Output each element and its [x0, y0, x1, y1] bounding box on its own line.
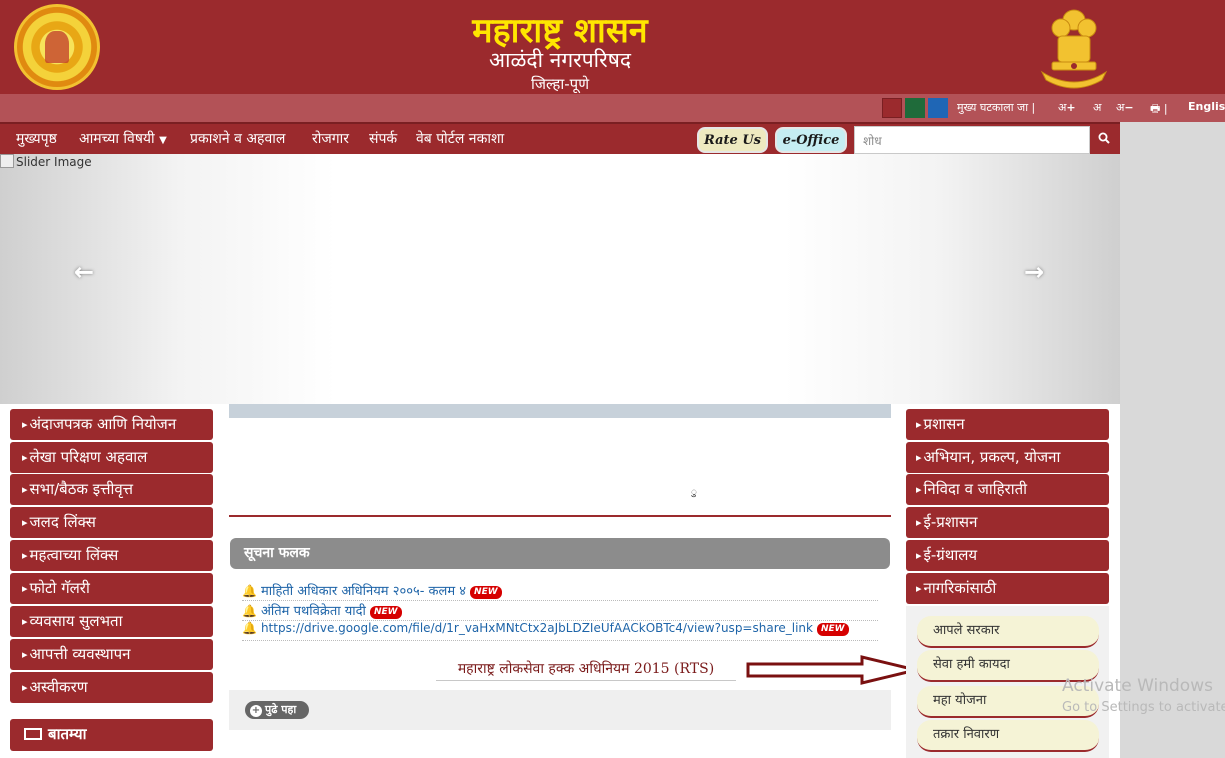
nav-about[interactable]: आमच्या विषयी ▼ — [79, 129, 167, 148]
service-grievance[interactable]: तक्रार निवारण — [917, 720, 1099, 752]
right-gray-panel — [1120, 122, 1225, 758]
nav-contact[interactable]: संपर्क — [369, 129, 397, 148]
view-more-label: पुढे पहा — [265, 703, 297, 716]
right-menu-citizens[interactable]: नागरिकांसाठी — [906, 573, 1109, 604]
notice-text[interactable]: अंतिम पथविक्रेता यादी — [261, 604, 366, 619]
caret-down-icon: ▼ — [159, 135, 167, 146]
newspaper-icon — [24, 728, 42, 740]
national-emblem-icon — [1040, 9, 1108, 89]
news-button[interactable]: बातम्या — [10, 719, 213, 751]
rts-link[interactable]: महाराष्ट्र लोकसेवा हक्क अधिनियम 2015 (RT… — [436, 659, 736, 681]
left-menu-audit[interactable]: लेखा परिक्षण अहवाल — [10, 442, 213, 473]
left-menu-photo-gallery[interactable]: फोटो गॅलरी — [10, 573, 213, 604]
bell-icon: 🔔 — [242, 621, 257, 635]
new-badge: NEW — [816, 623, 849, 636]
pointing-arrow-icon — [746, 655, 917, 685]
slider-broken-image: Slider Image — [0, 154, 92, 169]
notice-item[interactable]: 🔔 https://drive.google.com/file/d/1r_vaHx… — [242, 621, 878, 641]
notice-board-title: सूचना फलक — [230, 538, 890, 569]
center-divider — [229, 515, 891, 517]
site-district: जिल्हा-पूणे — [530, 75, 590, 93]
font-increase-button[interactable]: अ+ — [1058, 100, 1076, 115]
rate-us-button[interactable]: Rate Us — [697, 127, 768, 153]
right-menu-e-library[interactable]: ई-ग्रंथालय — [906, 540, 1109, 571]
slider-next-icon[interactable]: → — [1024, 258, 1044, 286]
center-marker-glyph: ु — [691, 487, 697, 498]
new-badge: NEW — [470, 586, 502, 599]
nav-employment[interactable]: रोजगार — [312, 129, 349, 148]
theme-red-swatch[interactable] — [882, 98, 902, 118]
font-normal-button[interactable]: अ — [1093, 100, 1101, 115]
search-icon[interactable] — [1092, 128, 1116, 152]
plus-icon: + — [1066, 101, 1076, 114]
site-header: महाराष्ट्र शासन आळंदी नगरपरिषद जिल्हा-पू… — [0, 0, 1225, 94]
left-menu-ease-of-business[interactable]: व्यवसाय सुलभता — [10, 606, 213, 637]
left-menu-disaster-mgmt[interactable]: आपत्ती व्यवस्थापन — [10, 639, 213, 670]
nav-about-label: आमच्या विषयी — [79, 131, 155, 147]
notice-link[interactable]: https://drive.google.com/file/d/1r_vaHxM… — [261, 621, 813, 635]
right-menu-e-governance[interactable]: ई-प्रशासन — [906, 507, 1109, 538]
search-input[interactable]: शोध — [854, 126, 1090, 154]
notice-item[interactable]: 🔔 माहिती अधिकार अधिनियम २००५- कलम ४ NEW — [242, 581, 878, 601]
service-aaple-sarkar[interactable]: आपले सरकार — [917, 616, 1099, 648]
new-badge: NEW — [369, 606, 402, 619]
skip-to-main-link[interactable]: मुख्य घटकाला जा | — [957, 100, 1035, 115]
theme-green-swatch[interactable] — [905, 98, 925, 118]
minus-icon: − — [1124, 101, 1134, 114]
nav-publications[interactable]: प्रकाशने व अहवाल — [190, 129, 285, 148]
site-subtitle: आळंदी नगरपरिषद — [489, 48, 631, 72]
right-menu-administration[interactable]: प्रशासन — [906, 409, 1109, 440]
notice-footer — [229, 690, 891, 730]
utility-bar: मुख्य घटकाला जा | अ+ अ अ− 🖶 | English — [0, 94, 1225, 122]
print-separator: | — [1163, 102, 1168, 115]
right-menu-tenders[interactable]: निविदा व जाहिराती — [906, 474, 1109, 505]
nav-sitemap[interactable]: वेब पोर्टल नकाशा — [416, 129, 504, 148]
news-label: बातम्या — [48, 725, 87, 743]
right-menu-schemes[interactable]: अभियान, प्रकल्प, योजना — [906, 442, 1109, 473]
eoffice-button[interactable]: e-Office — [775, 127, 847, 153]
image-slider: Slider Image ← → — [0, 154, 1120, 404]
activate-windows-subtitle: Go to Settings to activate — [1062, 700, 1225, 715]
nav-home[interactable]: मुख्यपृष्ठ — [16, 129, 57, 148]
magnifier-glyph — [1098, 132, 1110, 144]
language-english-link[interactable]: English — [1188, 100, 1225, 113]
center-top-bar — [229, 404, 891, 418]
main-navigation: मुख्यपृष्ठ आमच्या विषयी ▼ प्रकाशने व अहव… — [0, 122, 1120, 154]
left-menu-important-links[interactable]: महत्वाच्या लिंक्स — [10, 540, 213, 571]
left-menu-disclaimer[interactable]: अस्वीकरण — [10, 672, 213, 703]
left-menu-quick-links[interactable]: जलद लिंक्स — [10, 507, 213, 538]
slider-prev-icon[interactable]: ← — [74, 258, 94, 286]
activate-windows-title: Activate Windows — [1062, 676, 1213, 696]
notice-item[interactable]: 🔔 अंतिम पथविक्रेता यादी NEW — [242, 601, 878, 621]
print-icon: 🖶 — [1150, 102, 1161, 115]
font-decrease-button[interactable]: अ− — [1116, 100, 1134, 115]
view-more-button[interactable]: + पुढे पहा — [245, 701, 309, 719]
left-menu-meetings[interactable]: सभा/बैठक इत्तीवृत्त — [10, 474, 213, 505]
print-button[interactable]: 🖶 | — [1150, 100, 1168, 119]
left-menu-budget[interactable]: अंदाजपत्रक आणि नियोजन — [10, 409, 213, 440]
plus-circle-icon: + — [250, 705, 262, 717]
bell-icon: 🔔 — [242, 584, 257, 598]
theme-blue-swatch[interactable] — [928, 98, 948, 118]
bell-icon: 🔔 — [242, 604, 257, 618]
notice-text[interactable]: माहिती अधिकार अधिनियम २००५- कलम ४ — [261, 584, 466, 599]
